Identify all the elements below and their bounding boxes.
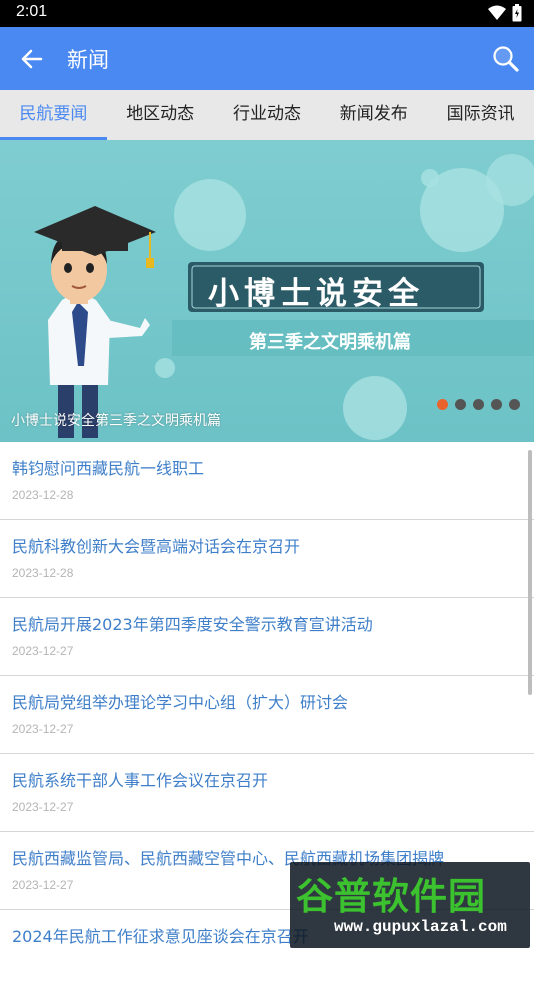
carousel-dot[interactable]: [491, 399, 502, 410]
watermark-main-text: 谷普软件园: [296, 866, 486, 920]
search-icon: [492, 45, 520, 73]
status-bar: 2:01: [0, 0, 534, 27]
news-item[interactable]: 民航局开展2023年第四季度安全警示教育宣讲活动 2023-12-27: [0, 598, 534, 676]
carousel-dot[interactable]: [473, 399, 484, 410]
news-item[interactable]: 韩钧慰问西藏民航一线职工 2023-12-28: [0, 442, 534, 520]
app-bar: 新闻: [0, 27, 534, 90]
carousel-indicator: [437, 399, 520, 410]
tab-regional-news[interactable]: 地区动态: [107, 90, 214, 140]
banner-subhead: 第三季之文明乘机篇: [249, 328, 411, 354]
tab-press-release[interactable]: 新闻发布: [320, 90, 427, 140]
news-title: 民航局党组举办理论学习中心组（扩大）研讨会: [12, 689, 522, 713]
banner-caption: 小博士说安全第三季之文明乘机篇: [11, 410, 221, 430]
carousel-dot[interactable]: [437, 399, 448, 410]
battery-icon: [512, 4, 522, 22]
carousel-dot[interactable]: [509, 399, 520, 410]
news-title: 韩钧慰问西藏民航一线职工: [12, 455, 522, 479]
page-title: 新闻: [67, 44, 109, 74]
news-item[interactable]: 民航系统干部人事工作会议在京召开 2023-12-27: [0, 754, 534, 832]
news-date: 2023-12-27: [12, 800, 522, 814]
news-title: 民航局开展2023年第四季度安全警示教育宣讲活动: [12, 611, 522, 635]
status-time: 2:01: [16, 3, 47, 21]
tab-civil-aviation-news[interactable]: 民航要闻: [0, 90, 107, 140]
wifi-icon: [488, 5, 506, 21]
banner-headline: 小博士说安全: [208, 268, 424, 313]
search-button[interactable]: [488, 41, 524, 77]
tab-international-news[interactable]: 国际资讯: [427, 90, 534, 140]
carousel-dot[interactable]: [455, 399, 466, 410]
news-date: 2023-12-28: [12, 488, 522, 502]
scrollbar[interactable]: [528, 450, 532, 695]
news-date: 2023-12-27: [12, 644, 522, 658]
back-button[interactable]: [14, 41, 50, 77]
news-date: 2023-12-28: [12, 566, 522, 580]
status-icons: [488, 4, 522, 22]
banner-carousel[interactable]: 小博士说安全 第三季之文明乘机篇 小博士说安全第三季之文明乘机篇: [0, 140, 534, 442]
back-arrow-icon: [21, 48, 43, 70]
news-date: 2023-12-27: [12, 722, 522, 736]
news-title: 民航系统干部人事工作会议在京召开: [12, 767, 522, 791]
tab-bar: 民航要闻 地区动态 行业动态 新闻发布 国际资讯: [0, 90, 534, 140]
news-item[interactable]: 民航局党组举办理论学习中心组（扩大）研讨会 2023-12-27: [0, 676, 534, 754]
news-title: 民航科教创新大会暨高端对话会在京召开: [12, 533, 522, 557]
news-item[interactable]: 民航科教创新大会暨高端对话会在京召开 2023-12-28: [0, 520, 534, 598]
watermark-logo: 谷普软件园 www.gupuxlazal.com: [290, 862, 530, 948]
watermark-url: www.gupuxlazal.com: [334, 918, 507, 936]
tab-industry-news[interactable]: 行业动态: [214, 90, 321, 140]
